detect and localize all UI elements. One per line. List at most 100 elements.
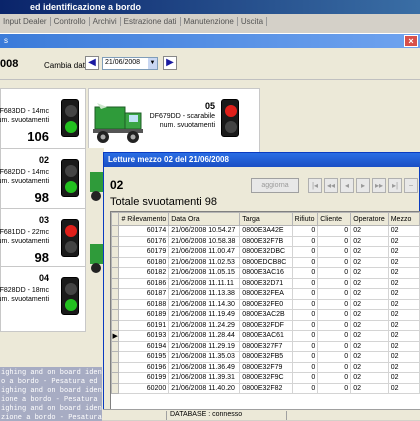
- table-row[interactable]: 60195 21/06/2008 11.35.03 0800E32FB5 0 0 02 02: [111, 351, 420, 363]
- table-row[interactable]: ▶ 60193 21/06/2008 11.28.44 0800E3AC61 0 0 02 0…: [111, 330, 420, 342]
- cell-rilevamento[interactable]: 60179: [118, 246, 170, 258]
- cell-rilevamento[interactable]: 60194: [118, 340, 170, 352]
- row-selector[interactable]: [111, 372, 120, 384]
- next-date-button[interactable]: ▶: [163, 56, 177, 70]
- cell-targa[interactable]: 0800E3AC61: [239, 330, 293, 342]
- cell-rilevamento[interactable]: 60195: [118, 351, 170, 363]
- cell-rilevamento[interactable]: 60187: [118, 288, 170, 300]
- cell-rifiuto[interactable]: 0: [291, 319, 319, 331]
- cell-mezzo[interactable]: 02: [387, 225, 420, 237]
- cell-mezzo[interactable]: 02: [387, 351, 420, 363]
- cell-data-ora[interactable]: 21/06/2008 11.39.31: [168, 372, 241, 384]
- cell-targa[interactable]: 0800E32FB5: [239, 351, 293, 363]
- cell-data-ora[interactable]: 21/06/2008 11.36.49: [168, 361, 241, 373]
- col-header-mezzo[interactable]: Mezzo: [387, 212, 420, 226]
- cell-targa[interactable]: 0800EDCB8C: [239, 256, 293, 268]
- cell-mezzo[interactable]: 02: [387, 277, 420, 289]
- col-header-targa[interactable]: Targa: [239, 212, 293, 226]
- cell-mezzo[interactable]: 02: [387, 309, 420, 321]
- row-selector[interactable]: [111, 340, 120, 352]
- next-record-button[interactable]: ▸: [356, 178, 370, 193]
- cell-mezzo[interactable]: 02: [387, 267, 420, 279]
- cell-targa[interactable]: 0800E3AC16: [239, 267, 293, 279]
- cell-cliente[interactable]: 0: [317, 277, 352, 289]
- cell-cliente[interactable]: 0: [317, 330, 352, 342]
- cell-cliente[interactable]: 0: [317, 319, 352, 331]
- cell-rilevamento[interactable]: 60193: [118, 330, 170, 342]
- cell-operatore[interactable]: 02: [350, 309, 389, 321]
- row-selector[interactable]: [111, 309, 120, 321]
- cell-rilevamento[interactable]: 60191: [118, 319, 170, 331]
- cell-cliente[interactable]: 0: [317, 361, 352, 373]
- cell-data-ora[interactable]: 21/06/2008 11.02.53: [168, 256, 241, 268]
- cell-rilevamento[interactable]: 60180: [118, 256, 170, 268]
- cell-operatore[interactable]: 02: [350, 246, 389, 258]
- cell-rilevamento[interactable]: 60176: [118, 235, 170, 247]
- cell-rifiuto[interactable]: 0: [291, 277, 319, 289]
- row-selector[interactable]: [111, 351, 120, 363]
- prev-date-button[interactable]: ◀: [85, 56, 99, 70]
- cell-rilevamento[interactable]: 60199: [118, 372, 170, 384]
- cell-data-ora[interactable]: 21/06/2008 11.40.20: [168, 382, 241, 394]
- cell-cliente[interactable]: 0: [317, 246, 352, 258]
- cell-cliente[interactable]: 0: [317, 372, 352, 384]
- cell-targa[interactable]: 0800E32FE0: [239, 298, 293, 310]
- cell-rilevamento[interactable]: 60182: [118, 267, 170, 279]
- menu-input-dealer[interactable]: Input Dealer: [0, 17, 51, 26]
- cell-operatore[interactable]: 02: [350, 330, 389, 342]
- prev-page-button[interactable]: ◂◂: [324, 178, 338, 193]
- cell-mezzo[interactable]: 02: [387, 340, 420, 352]
- table-row[interactable]: 60191 21/06/2008 11.24.29 0800E32FDF 0 0 02 02: [111, 319, 420, 331]
- cell-rifiuto[interactable]: 0: [291, 361, 319, 373]
- row-selector[interactable]: [111, 246, 120, 258]
- cell-targa[interactable]: 0800E32F82: [239, 382, 293, 394]
- cell-operatore[interactable]: 02: [350, 351, 389, 363]
- cell-rifiuto[interactable]: 0: [291, 330, 319, 342]
- chevron-down-icon[interactable]: ▼: [148, 58, 157, 69]
- cell-mezzo[interactable]: 02: [387, 372, 420, 384]
- cell-cliente[interactable]: 0: [317, 267, 352, 279]
- cell-rifiuto[interactable]: 0: [291, 267, 319, 279]
- table-row[interactable]: 60199 21/06/2008 11.39.31 0800E32F9C 0 0 02 02: [111, 372, 420, 384]
- cell-targa[interactable]: 0800E327F7: [239, 340, 293, 352]
- cell-data-ora[interactable]: 21/06/2008 11.29.19: [168, 340, 241, 352]
- cell-rilevamento[interactable]: 60200: [118, 382, 170, 394]
- cell-rilevamento[interactable]: 60174: [118, 225, 170, 237]
- table-row[interactable]: 60200 21/06/2008 11.40.20 0800E32F82 0 0 02 02: [111, 382, 420, 394]
- cell-rilevamento[interactable]: 60186: [118, 277, 170, 289]
- cell-data-ora[interactable]: 21/06/2008 11.19.49: [168, 309, 241, 321]
- table-row[interactable]: 60179 21/06/2008 11.00.47 0800E32DBC 0 0 02 02: [111, 246, 420, 258]
- cell-rifiuto[interactable]: 0: [291, 235, 319, 247]
- cell-operatore[interactable]: 02: [350, 288, 389, 300]
- cell-data-ora[interactable]: 21/06/2008 11.11.11: [168, 277, 241, 289]
- cell-rifiuto[interactable]: 0: [291, 340, 319, 352]
- vehicle-card-04[interactable]: 04 DF828DD - 18mc num. svuotamenti: [0, 266, 86, 332]
- cell-mezzo[interactable]: 02: [387, 256, 420, 268]
- cell-rifiuto[interactable]: 0: [291, 382, 319, 394]
- menu-manutenzione[interactable]: Manutenzione: [181, 17, 238, 26]
- cell-data-ora[interactable]: 21/06/2008 10.54.27: [168, 225, 241, 237]
- row-selector[interactable]: [111, 288, 120, 300]
- col-header-data-ora[interactable]: Data Ora: [168, 212, 241, 226]
- table-row[interactable]: 60188 21/06/2008 11.14.30 0800E32FE0 0 0 02 02: [111, 298, 420, 310]
- cell-targa[interactable]: 0800E32FEA: [239, 288, 293, 300]
- table-row[interactable]: 60187 21/06/2008 11.13.38 0800E32FEA 0 0 02 02: [111, 288, 420, 300]
- cell-mezzo[interactable]: 02: [387, 361, 420, 373]
- table-row[interactable]: 60186 21/06/2008 11.11.11 0800E32D71 0 0 02 02: [111, 277, 420, 289]
- cell-targa[interactable]: 0800E32D71: [239, 277, 293, 289]
- row-selector[interactable]: [111, 298, 120, 310]
- cell-cliente[interactable]: 0: [317, 351, 352, 363]
- cell-rifiuto[interactable]: 0: [291, 372, 319, 384]
- cell-rifiuto[interactable]: 0: [291, 225, 319, 237]
- col-header-rifiuto[interactable]: Rifiuto: [291, 212, 319, 226]
- col-header-cliente[interactable]: Cliente: [317, 212, 352, 226]
- table-row[interactable]: 60180 21/06/2008 11.02.53 0800EDCB8C 0 0 02 02: [111, 256, 420, 268]
- table-row[interactable]: 60174 21/06/2008 10.54.27 0800E3A42E 0 0 02 02: [111, 225, 420, 237]
- cell-targa[interactable]: 0800E32FDF: [239, 319, 293, 331]
- cell-data-ora[interactable]: 21/06/2008 11.14.30: [168, 298, 241, 310]
- cell-data-ora[interactable]: 21/06/2008 10.58.38: [168, 235, 241, 247]
- cell-data-ora[interactable]: 21/06/2008 11.28.44: [168, 330, 241, 342]
- table-row[interactable]: 60194 21/06/2008 11.29.19 0800E327F7 0 0 02 02: [111, 340, 420, 352]
- menu-uscita[interactable]: Uscita: [238, 17, 268, 26]
- cell-cliente[interactable]: 0: [317, 235, 352, 247]
